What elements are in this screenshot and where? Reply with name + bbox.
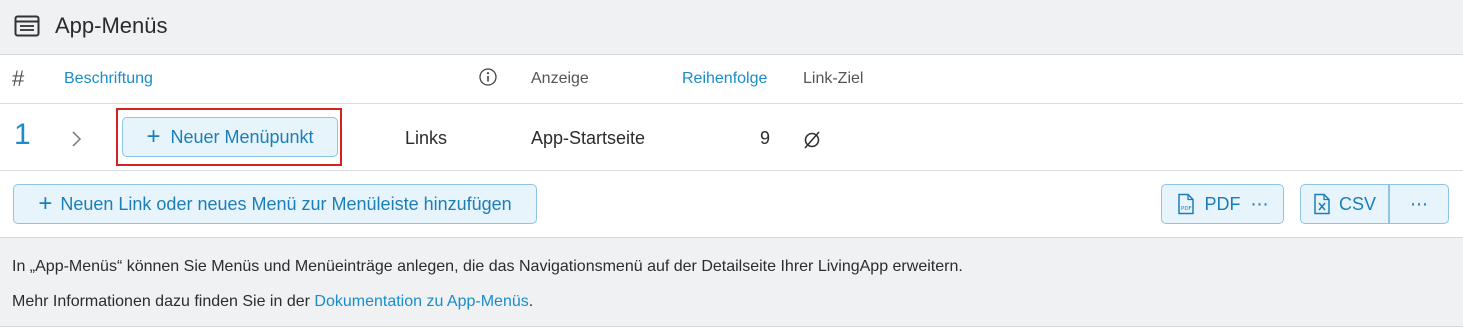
- documentation-link[interactable]: Dokumentation zu App-Menüs: [314, 293, 528, 310]
- table-header: # Beschriftung Anzeige Reihenfolge Link-…: [0, 55, 1463, 104]
- column-number: #: [12, 66, 25, 91]
- column-label-sort[interactable]: Beschriftung: [64, 70, 153, 88]
- new-menu-item-label: Neuer Menüpunkt: [170, 126, 314, 147]
- app-menus-panel: App-Menüs # Beschriftung Anzeige Reihenf…: [0, 0, 1463, 328]
- help-text: In „App-Menüs“ können Sie Menüs und Menü…: [12, 258, 963, 275]
- csv-export-button[interactable]: CSV: [1301, 185, 1390, 223]
- help-footer: In „App-Menüs“ können Sie Menüs und Menü…: [0, 237, 1463, 327]
- more-icon: ⋯: [1410, 193, 1428, 214]
- add-link-or-menu-button[interactable]: + Neuen Link oder neues Menü zur Menülei…: [13, 184, 537, 224]
- empty-set-icon: [802, 130, 822, 150]
- svg-text:PDF: PDF: [1181, 206, 1192, 212]
- csv-label: CSV: [1338, 193, 1376, 214]
- pdf-label: PDF: [1204, 193, 1241, 214]
- panel-header: App-Menüs: [0, 0, 1463, 55]
- menu-list-icon: [14, 15, 40, 37]
- pdf-export-button[interactable]: PDF PDF ⋯: [1161, 184, 1284, 224]
- row-number: 1: [14, 118, 31, 151]
- row-order: 9: [760, 128, 771, 148]
- plus-icon: +: [146, 123, 161, 150]
- pdf-more-icon: ⋯: [1250, 193, 1269, 214]
- page-title: App-Menüs: [55, 13, 168, 38]
- excel-file-icon: [1313, 193, 1331, 215]
- column-order-sort[interactable]: Reihenfolge: [682, 70, 767, 88]
- column-display: Anzeige: [531, 70, 589, 87]
- help-more-prefix: Mehr Informationen dazu finden Sie in de…: [12, 293, 315, 310]
- new-menu-item-button[interactable]: + Neuer Menüpunkt: [122, 117, 338, 157]
- csv-button-group: CSV ⋯: [1300, 184, 1449, 224]
- column-link-target: Link-Ziel: [803, 70, 864, 87]
- action-bar: + Neuen Link oder neues Menü zur Menülei…: [0, 171, 1463, 237]
- info-icon[interactable]: [479, 68, 497, 86]
- pdf-file-icon: PDF: [1177, 193, 1195, 215]
- help-more-text: Mehr Informationen dazu finden Sie in de…: [12, 293, 533, 311]
- help-more-suffix: .: [528, 293, 534, 310]
- table-row: 1 + Neuer Menüpunkt Links App-Startseite…: [0, 104, 1463, 171]
- row-position: Links: [405, 128, 448, 148]
- plus-icon: +: [38, 190, 53, 217]
- chevron-right-icon[interactable]: [70, 130, 82, 148]
- more-options-button[interactable]: ⋯: [1390, 185, 1448, 223]
- add-link-label: Neuen Link oder neues Menü zur Menüleist…: [60, 193, 512, 214]
- row-display: App-Startseite: [531, 128, 646, 148]
